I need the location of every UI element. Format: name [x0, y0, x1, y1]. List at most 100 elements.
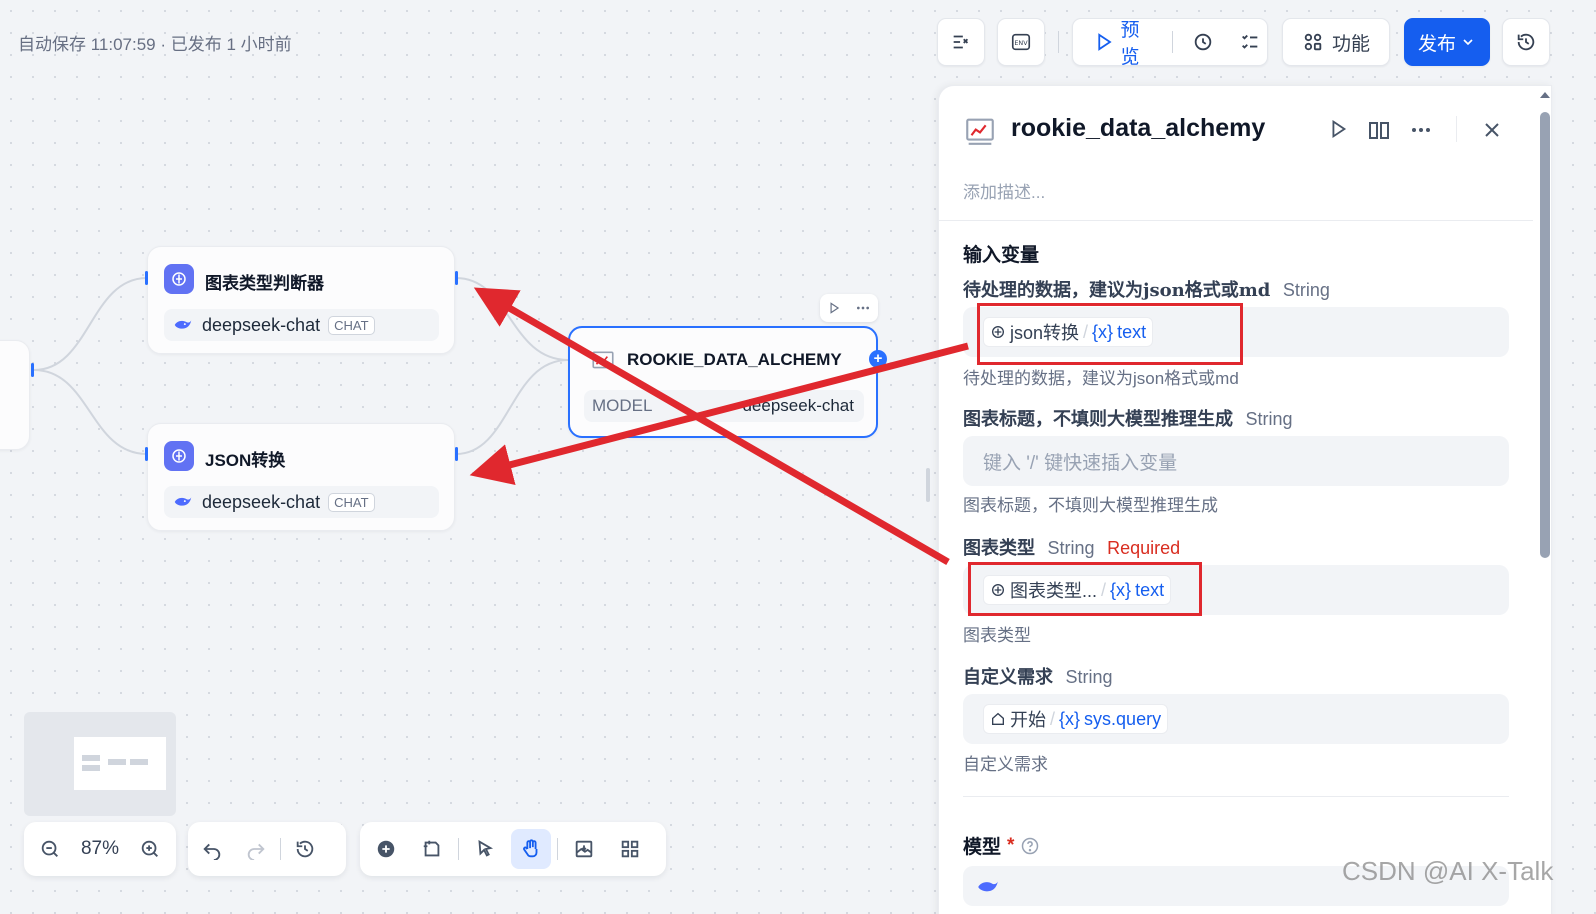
- alchemy-node[interactable]: ROOKIE_DATA_ALCHEMY MODEL deepseek-chat: [568, 326, 878, 438]
- minimap-node: [108, 759, 126, 765]
- edge-classifier-alchemy: [455, 277, 569, 361]
- model-section-title: 模型 *: [963, 832, 1040, 859]
- preview-divider: [1171, 31, 1173, 53]
- scrollbar-thumb[interactable]: [1540, 112, 1550, 558]
- run-node-icon[interactable]: [827, 301, 841, 315]
- json-model-row: deepseek-chat CHAT: [164, 486, 439, 518]
- section-divider: [963, 796, 1509, 797]
- image-export-icon: [575, 840, 593, 858]
- minimap-node: [82, 755, 100, 761]
- classifier-input-handle[interactable]: [145, 271, 148, 285]
- preview-button[interactable]: 预览: [1093, 15, 1158, 69]
- section-divider: [939, 220, 1533, 221]
- tools-divider: [557, 838, 558, 860]
- history-divider: [280, 838, 281, 860]
- layout-grid-icon: [621, 840, 639, 858]
- add-node-button[interactable]: [366, 829, 406, 869]
- features-button[interactable]: 功能: [1282, 18, 1390, 66]
- run-step-icon[interactable]: [1327, 118, 1349, 140]
- home-icon: [992, 712, 1004, 725]
- zoom-in-icon: [141, 840, 158, 857]
- publish-label: 发布: [1417, 33, 1456, 55]
- json-model-badge: CHAT: [328, 492, 375, 512]
- chevron-down-icon: [1463, 39, 1473, 46]
- zoom-level[interactable]: 87%: [81, 838, 119, 860]
- more-icon[interactable]: [1409, 118, 1433, 142]
- var-hint-chart-type: 图表类型: [963, 626, 1031, 645]
- panel-title: rookie_data_alchemy: [1011, 114, 1266, 142]
- var-field-custom[interactable]: 开始 / {x} sys.query: [963, 694, 1509, 744]
- add-note-button[interactable]: [412, 829, 452, 869]
- auto-layout-button[interactable]: [610, 829, 650, 869]
- start-node-handle[interactable]: [31, 363, 34, 377]
- features-label: 功能: [1331, 33, 1370, 55]
- history-controls: [188, 822, 346, 876]
- llm-node-icon: [164, 264, 194, 294]
- json-convert-node[interactable]: JSON转换 deepseek-chat CHAT: [147, 423, 455, 531]
- chart-tool-icon: [592, 351, 614, 369]
- list-check-icon: [1242, 34, 1258, 49]
- redo-icon: [247, 843, 265, 860]
- version-history-button[interactable]: [1502, 18, 1550, 66]
- edge-start-classifier: [33, 277, 148, 371]
- var-field-chart-title[interactable]: 键入 '/' 键快速插入变量: [963, 436, 1509, 486]
- zoom-out-icon: [41, 840, 58, 857]
- play-icon: [1098, 33, 1112, 51]
- checklist-icon: [953, 35, 969, 49]
- change-history-button[interactable]: [285, 829, 325, 869]
- chart-tool-icon: [966, 118, 994, 145]
- scroll-up-icon[interactable]: [1538, 88, 1552, 100]
- hand-mode-button[interactable]: [511, 829, 551, 869]
- features-grid-icon: [1304, 33, 1322, 51]
- classifier-output-handle[interactable]: [455, 271, 458, 285]
- zoom-out-button[interactable]: [30, 829, 70, 869]
- deepseek-whale-icon: [978, 881, 998, 892]
- checklist-list-button[interactable]: [1234, 22, 1267, 62]
- checklist-button[interactable]: [937, 18, 985, 66]
- run-history-button[interactable]: [1187, 22, 1220, 62]
- canvas-tools: [360, 822, 666, 876]
- cursor-icon: [478, 839, 494, 857]
- close-icon[interactable]: [1480, 118, 1504, 142]
- publish-button[interactable]: 发布: [1404, 18, 1490, 66]
- book-icon[interactable]: [1367, 118, 1391, 142]
- var-label-custom: 自定义需求 String: [963, 667, 1113, 688]
- zoom-controls: 87%: [24, 822, 176, 876]
- classifier-node[interactable]: 图表类型判断器 deepseek-chat CHAT: [147, 246, 455, 354]
- panel-resize-handle[interactable]: [926, 468, 930, 502]
- variable-chip[interactable]: 开始 / {x} sys.query: [983, 704, 1169, 734]
- undo-icon: [203, 843, 221, 860]
- plus-circle-icon: [377, 840, 395, 858]
- undo-button[interactable]: [192, 829, 232, 869]
- classifier-model-name: deepseek-chat: [202, 314, 321, 335]
- classifier-model-badge: CHAT: [328, 315, 375, 335]
- redo-button[interactable]: [236, 829, 276, 869]
- annotation-box-json: [977, 303, 1243, 365]
- preview-label: 预览: [1120, 20, 1140, 68]
- zoom-in-button[interactable]: [130, 829, 170, 869]
- env-button[interactable]: ENV: [997, 18, 1045, 66]
- sticky-note-icon: [423, 840, 440, 857]
- annotation-box-chart-type: [968, 562, 1202, 616]
- var-hint-chart-title: 图表标题，不填则大模型推理生成: [963, 496, 1218, 515]
- more-icon[interactable]: [855, 300, 871, 316]
- pointer-mode-button[interactable]: [465, 829, 505, 869]
- description-input[interactable]: 添加描述...: [963, 178, 1045, 203]
- json-output-handle[interactable]: [455, 447, 458, 461]
- history-icon: [296, 840, 314, 858]
- edge-start-json: [33, 369, 148, 455]
- svg-text:ENV: ENV: [1014, 39, 1028, 47]
- help-icon[interactable]: [1020, 836, 1040, 856]
- add-next-node-button[interactable]: +: [869, 350, 887, 368]
- alchemy-model-name: deepseek-chat: [742, 396, 854, 415]
- deepseek-whale-icon: [174, 320, 192, 329]
- panel-scrollbar[interactable]: [1538, 88, 1552, 888]
- json-model-name: deepseek-chat: [202, 491, 321, 512]
- export-image-button[interactable]: [564, 829, 604, 869]
- minimap[interactable]: [24, 712, 176, 816]
- start-node[interactable]: [0, 340, 30, 450]
- toolbar-divider: [1058, 31, 1059, 53]
- json-input-handle[interactable]: [145, 447, 148, 461]
- var-label-chart-type: 图表类型 String Required: [963, 538, 1181, 559]
- classifier-model-row: deepseek-chat CHAT: [164, 309, 439, 341]
